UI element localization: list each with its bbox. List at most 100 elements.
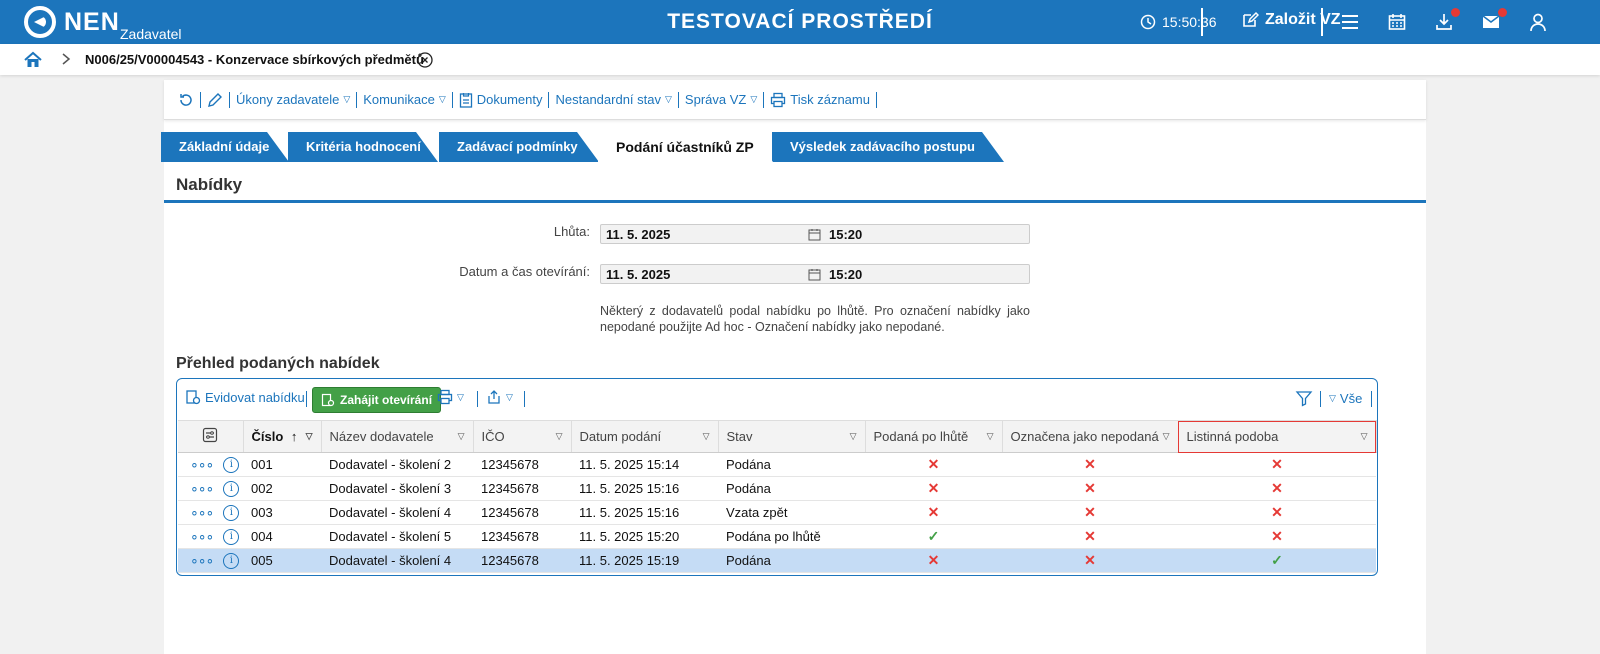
cell-ico: 12345678 [473, 548, 571, 573]
tab-vysledek-zadavaciho-postupu[interactable]: Výsledek zadávacího postupu [772, 132, 1004, 162]
filter-caret-icon[interactable]: ▽ [1361, 431, 1368, 442]
info-icon[interactable]: i [223, 504, 240, 521]
menu-label: Nestandardní stav [555, 92, 661, 107]
cell-cislo: 002 [243, 476, 321, 501]
record-icon [186, 390, 201, 405]
tab-zadavaci-podminky[interactable]: Zadávací podmínky [439, 132, 599, 162]
cell-datum: 11. 5. 2025 15:14 [571, 452, 718, 477]
document-icon [459, 92, 472, 108]
cell-listinna-cross-icon: ✕ [1178, 476, 1376, 501]
menu-tisk-zaznamu[interactable]: Tisk záznamu [764, 92, 876, 108]
cell-ico: 12345678 [473, 524, 571, 549]
filter-caret-icon[interactable]: ▽ [850, 431, 857, 442]
session-clock: 15:50:36 [1140, 14, 1217, 30]
more-actions-icon[interactable]: ∘∘∘ [190, 504, 214, 521]
column-header-listinna[interactable]: Listinná podoba ▽ [1178, 420, 1377, 453]
column-header-nazev[interactable]: Název dodavatele ▽ [321, 420, 474, 453]
deadline-field: 11. 5. 2025 15:20 [600, 224, 1030, 244]
column-header-po-lhute[interactable]: Podaná po lhůtě ▽ [865, 420, 1003, 453]
deadline-time: 15:20 [829, 227, 863, 242]
more-actions-icon[interactable]: ∘∘∘ [190, 456, 214, 473]
action-toolbar: Úkony zadavatele ▽ Komunikace ▽ Dokument… [164, 80, 1426, 120]
filter-icon [1295, 391, 1313, 407]
column-header-datum[interactable]: Datum podání ▽ [571, 420, 719, 453]
home-icon[interactable] [24, 51, 42, 69]
filter-caret-icon[interactable]: ▽ [703, 431, 710, 442]
cell-listinna-cross-icon: ✕ [1178, 500, 1376, 525]
table-row[interactable]: ∘∘∘ i 004 Dodavatel - školení 5 12345678 11. … [178, 524, 1376, 549]
filter-caret-icon[interactable]: ▽ [306, 431, 313, 442]
calendar-icon[interactable] [1387, 12, 1407, 32]
create-vz-button[interactable]: Založit VZ [1241, 11, 1341, 29]
column-label: Datum podání [579, 429, 662, 444]
breadcrumb-item-vz[interactable]: N006/25/V00004543 - Konzervace sbírkovýc… [85, 52, 424, 67]
toolbar-separator [1371, 391, 1372, 407]
column-header-stav[interactable]: Stav ▽ [718, 420, 866, 453]
info-icon[interactable]: i [223, 528, 240, 545]
menu-nestandardni-stav[interactable]: Nestandardní stav ▽ [549, 92, 677, 107]
row-actions-cell: ∘∘∘ i [178, 500, 243, 525]
menu-label: Úkony zadavatele [236, 92, 340, 107]
filter-caret-icon[interactable]: ▽ [458, 431, 465, 442]
chevron-right-icon [62, 53, 71, 65]
clock-icon [1140, 14, 1156, 30]
mail-icon[interactable] [1481, 8, 1507, 32]
offers-grid: Evidovat nabídku Zahájit otevírání ▽ ▽ ▽… [176, 378, 1378, 576]
opening-time: 15:20 [829, 267, 863, 282]
caret-down-icon: ▽ [438, 94, 446, 104]
menu-komunikace[interactable]: Komunikace ▽ [357, 92, 451, 107]
print-menu-button[interactable]: ▽ [437, 389, 464, 405]
more-actions-icon[interactable]: ∘∘∘ [190, 528, 214, 545]
close-icon[interactable] [417, 52, 433, 68]
table-row[interactable]: ∘∘∘ i 003 Dodavatel - školení 4 12345678 11. … [178, 500, 1376, 525]
edit-button[interactable] [201, 92, 229, 108]
table-row[interactable]: ∘∘∘ i 002 Dodavatel - školení 3 12345678 11. … [178, 476, 1376, 501]
deadline-date: 11. 5. 2025 [606, 227, 671, 242]
filter-caret-icon[interactable]: ▽ [556, 431, 563, 442]
column-header-cislo[interactable]: Číslo ↑ ▽ [243, 420, 322, 453]
printer-icon [771, 92, 786, 107]
info-icon[interactable]: i [223, 456, 240, 473]
menu-sprava-vz[interactable]: Správa VZ ▽ [679, 92, 763, 107]
more-actions-icon[interactable]: ∘∘∘ [190, 552, 214, 569]
column-settings[interactable] [178, 420, 244, 453]
menu-ukony-zadavatele[interactable]: Úkony zadavatele ▽ [230, 92, 356, 107]
table-row[interactable]: ∘∘∘ i 005 Dodavatel - školení 4 12345678 11. … [178, 548, 1376, 573]
cell-nazev: Dodavatel - školení 2 [321, 452, 473, 477]
record-offer-button[interactable]: Evidovat nabídku [185, 389, 305, 405]
opening-date: 11. 5. 2025 [606, 267, 671, 282]
user-icon[interactable] [1528, 12, 1548, 32]
more-actions-icon[interactable]: ∘∘∘ [190, 480, 214, 497]
filter-caret-icon[interactable]: ▽ [1163, 431, 1170, 442]
breadcrumb: N006/25/V00004543 - Konzervace sbírkovýc… [0, 44, 1600, 75]
menu-label: Dokumenty [476, 92, 543, 107]
column-header-nepodana[interactable]: Označena jako nepodaná ▽ [1002, 420, 1179, 453]
view-filter-dropdown[interactable]: ▽ Vše [1329, 391, 1362, 406]
tab-kriteria-hodnoceni[interactable]: Kritéria hodnocení [288, 132, 438, 162]
tab-zakladni-udaje[interactable]: Základní údaje [161, 132, 289, 162]
record-offer-label: Evidovat nabídku [205, 389, 305, 405]
cell-stav: Podána [718, 476, 865, 501]
info-icon[interactable]: i [223, 480, 240, 497]
logo-mark [24, 6, 56, 38]
cell-nazev: Dodavatel - školení 3 [321, 476, 473, 501]
cell-nepodana-cross-icon: ✕ [1002, 476, 1178, 501]
cell-po-lhute-cross-icon: ✕ [865, 548, 1002, 573]
table-row[interactable]: ∘∘∘ i 001 Dodavatel - školení 2 12345678 11. … [178, 452, 1376, 477]
refresh-button[interactable] [172, 92, 200, 108]
edit-icon [1243, 11, 1259, 27]
cell-cislo: 003 [243, 500, 321, 525]
menu-dokumenty[interactable]: Dokumenty [453, 92, 549, 108]
export-menu-button[interactable]: ▽ [486, 389, 513, 405]
tab-podani-ucastniku[interactable]: Podání účastníků ZP [598, 132, 773, 162]
info-icon[interactable]: i [223, 552, 240, 569]
filter-button[interactable] [1295, 389, 1313, 407]
download-icon[interactable] [1434, 8, 1460, 32]
column-header-ico[interactable]: IČO ▽ [473, 420, 572, 453]
cell-listinna-check-icon: ✓ [1178, 548, 1376, 573]
start-opening-button[interactable]: Zahájit otevírání [312, 387, 442, 413]
refresh-icon [180, 93, 192, 106]
toolbar-separator [1320, 391, 1321, 407]
filter-caret-icon[interactable]: ▽ [987, 431, 994, 442]
menu-icon[interactable] [1340, 12, 1360, 32]
